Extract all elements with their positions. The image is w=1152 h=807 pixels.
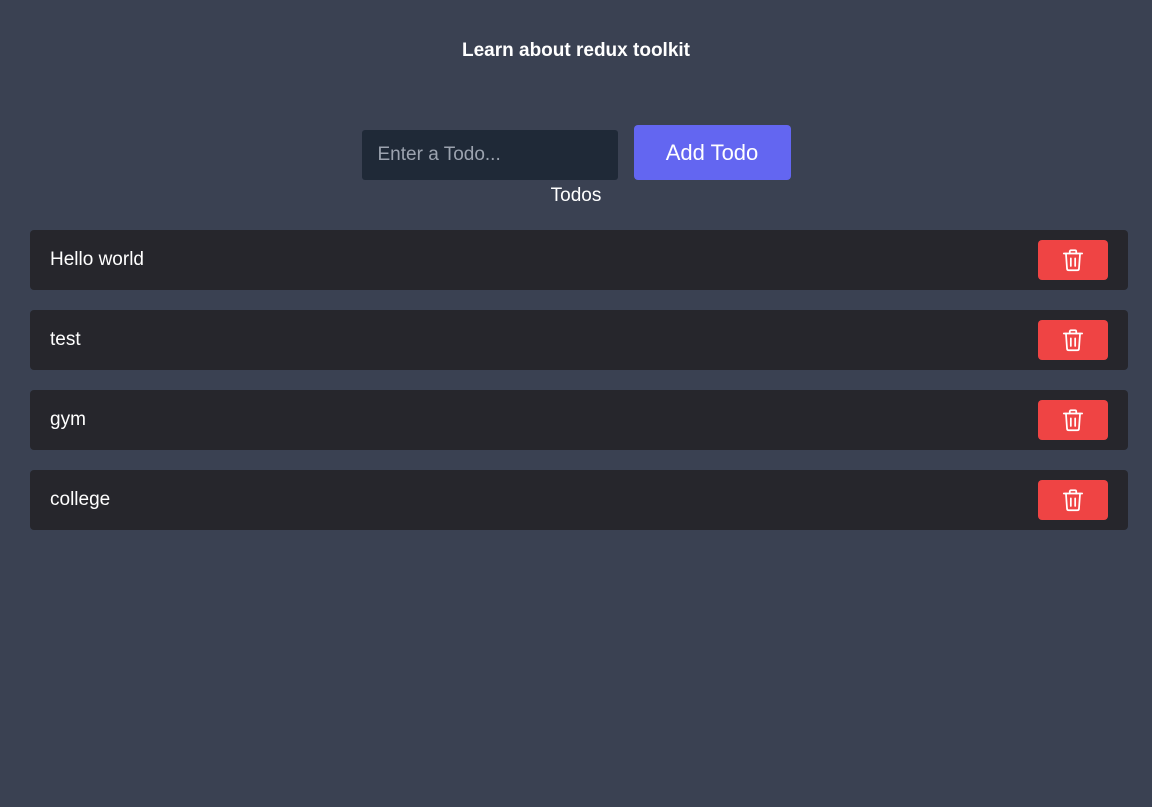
todo-text: college [50,489,111,510]
todo-input[interactable] [361,130,618,180]
add-todo-button[interactable]: Add Todo [633,125,791,180]
todo-text: gym [50,409,86,430]
delete-todo-button[interactable] [1038,480,1108,520]
trash-icon [1062,249,1084,272]
todo-list: Hello world test gym college [30,230,1128,550]
todo-item: college [30,470,1128,530]
trash-icon [1062,409,1084,432]
todo-text: Hello world [50,249,144,270]
delete-todo-button[interactable] [1038,320,1108,360]
todo-item: gym [30,390,1128,450]
todo-text: test [50,329,81,350]
add-todo-form: Add Todo [0,125,1152,180]
todo-item: Hello world [30,230,1128,290]
delete-todo-button[interactable] [1038,240,1108,280]
trash-icon [1062,489,1084,512]
trash-icon [1062,329,1084,352]
todo-item: test [30,310,1128,370]
delete-todo-button[interactable] [1038,400,1108,440]
todos-heading: Todos [550,185,602,206]
page-title: Learn about redux toolkit [461,40,691,61]
